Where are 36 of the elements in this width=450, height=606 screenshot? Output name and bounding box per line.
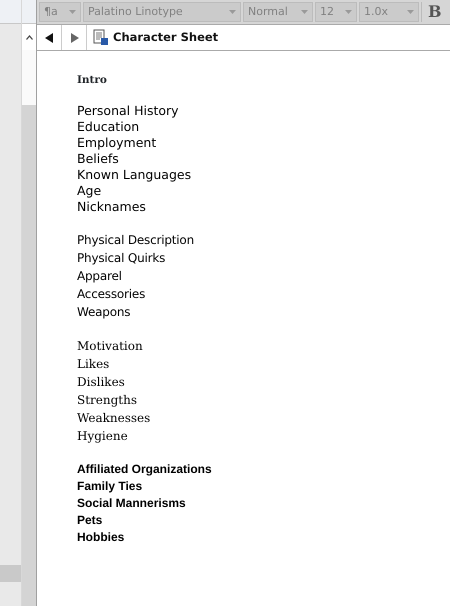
document-line: Employment [77, 135, 158, 151]
document-line: Apparel [77, 268, 123, 285]
document-title: Character Sheet [113, 28, 218, 46]
document-line: Beliefs [77, 151, 120, 167]
document-icon [93, 29, 109, 46]
document-line: Nicknames [77, 199, 147, 215]
document-line: Physical Quirks [77, 250, 166, 267]
document-line: Likes [77, 356, 110, 373]
document-line: Hobbies [77, 529, 126, 546]
document-line: Accessories [77, 286, 146, 303]
caret-icon [229, 10, 236, 14]
document-line: Social Mannerisms [77, 495, 187, 512]
caret-icon [69, 10, 76, 14]
document-line: Motivation [77, 338, 144, 355]
document-line: Affiliated Organizations [77, 461, 213, 478]
document-heading: Intro [77, 73, 108, 87]
document-line: Strengths [77, 392, 138, 409]
document-line: Known Languages [77, 167, 192, 183]
bold-button[interactable]: B [421, 2, 448, 22]
document-line: Dislikes [77, 374, 126, 391]
document-line: Pets [77, 512, 104, 529]
document-line: Education [77, 119, 140, 135]
caret-icon [407, 10, 414, 14]
back-arrow-icon [44, 32, 54, 42]
caret-icon [301, 10, 308, 14]
document-line: Weaknesses [77, 410, 152, 427]
caret-icon [345, 10, 352, 14]
document-line: Weapons [77, 304, 132, 321]
document-line: Family Ties [77, 478, 144, 495]
forward-arrow-icon [70, 32, 78, 42]
document-line: Age [77, 183, 102, 199]
document-line: Hygiene [77, 428, 129, 445]
document-line: Personal History [77, 103, 180, 119]
scrollbar-thumb[interactable] [22, 50, 36, 105]
document-line: Physical Description [77, 232, 195, 249]
scroll-up-icon[interactable] [26, 34, 32, 40]
